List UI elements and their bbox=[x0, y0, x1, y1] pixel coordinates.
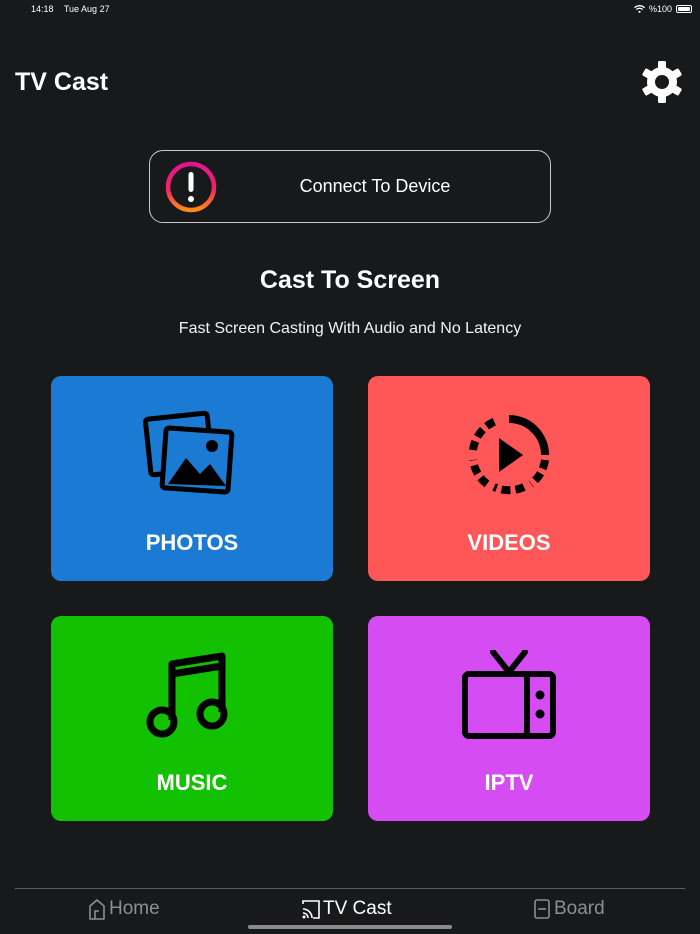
status-right: %100 bbox=[634, 4, 692, 14]
photos-icon bbox=[143, 410, 235, 495]
board-icon bbox=[534, 899, 550, 919]
battery-percent: %100 bbox=[648, 4, 672, 14]
section-title: Cast To Screen bbox=[259, 266, 441, 294]
status-left: 14:18 Tue Aug 27 bbox=[31, 4, 118, 14]
home-indicator[interactable] bbox=[248, 925, 452, 929]
tab-tv-cast[interactable]: TV Cast bbox=[302, 897, 392, 921]
photos-tile[interactable]: PHOTOS bbox=[51, 376, 333, 581]
settings-button[interactable] bbox=[640, 60, 684, 104]
iptv-tile[interactable]: IPTV bbox=[368, 616, 650, 821]
status-date: Tue Aug 27 bbox=[63, 4, 110, 14]
tab-tv-cast-label: TV Cast bbox=[323, 898, 392, 919]
status-time: 14:18 bbox=[31, 4, 54, 14]
iptv-label: IPTV bbox=[484, 770, 534, 795]
home-icon bbox=[89, 899, 105, 920]
tab-home[interactable]: Home bbox=[88, 897, 160, 921]
photos-label: PHOTOS bbox=[145, 530, 239, 555]
videos-label: VIDEOS bbox=[467, 530, 551, 555]
tab-board-label: Board bbox=[554, 898, 605, 919]
tab-home-label: Home bbox=[109, 898, 160, 919]
section-subtitle: Fast Screen Casting With Audio and No La… bbox=[178, 320, 522, 337]
play-circle-icon bbox=[469, 415, 549, 495]
videos-tile[interactable]: VIDEOS bbox=[368, 376, 650, 581]
tv-icon bbox=[462, 650, 556, 739]
battery-icon bbox=[676, 5, 692, 13]
cast-icon bbox=[302, 900, 320, 919]
tab-board[interactable]: Board bbox=[533, 897, 605, 921]
wifi-icon bbox=[634, 5, 645, 13]
gear-icon bbox=[642, 61, 682, 103]
music-label: MUSIC bbox=[156, 770, 228, 795]
app-title: TV Cast bbox=[15, 68, 109, 96]
music-tile[interactable]: MUSIC bbox=[51, 616, 333, 821]
music-note-icon bbox=[146, 652, 228, 738]
connect-to-device-button[interactable]: Connect To Device bbox=[149, 150, 551, 223]
connect-label: Connect To Device bbox=[299, 176, 451, 196]
status-bar: 14:18 Tue Aug 27 %100 bbox=[0, 0, 700, 18]
